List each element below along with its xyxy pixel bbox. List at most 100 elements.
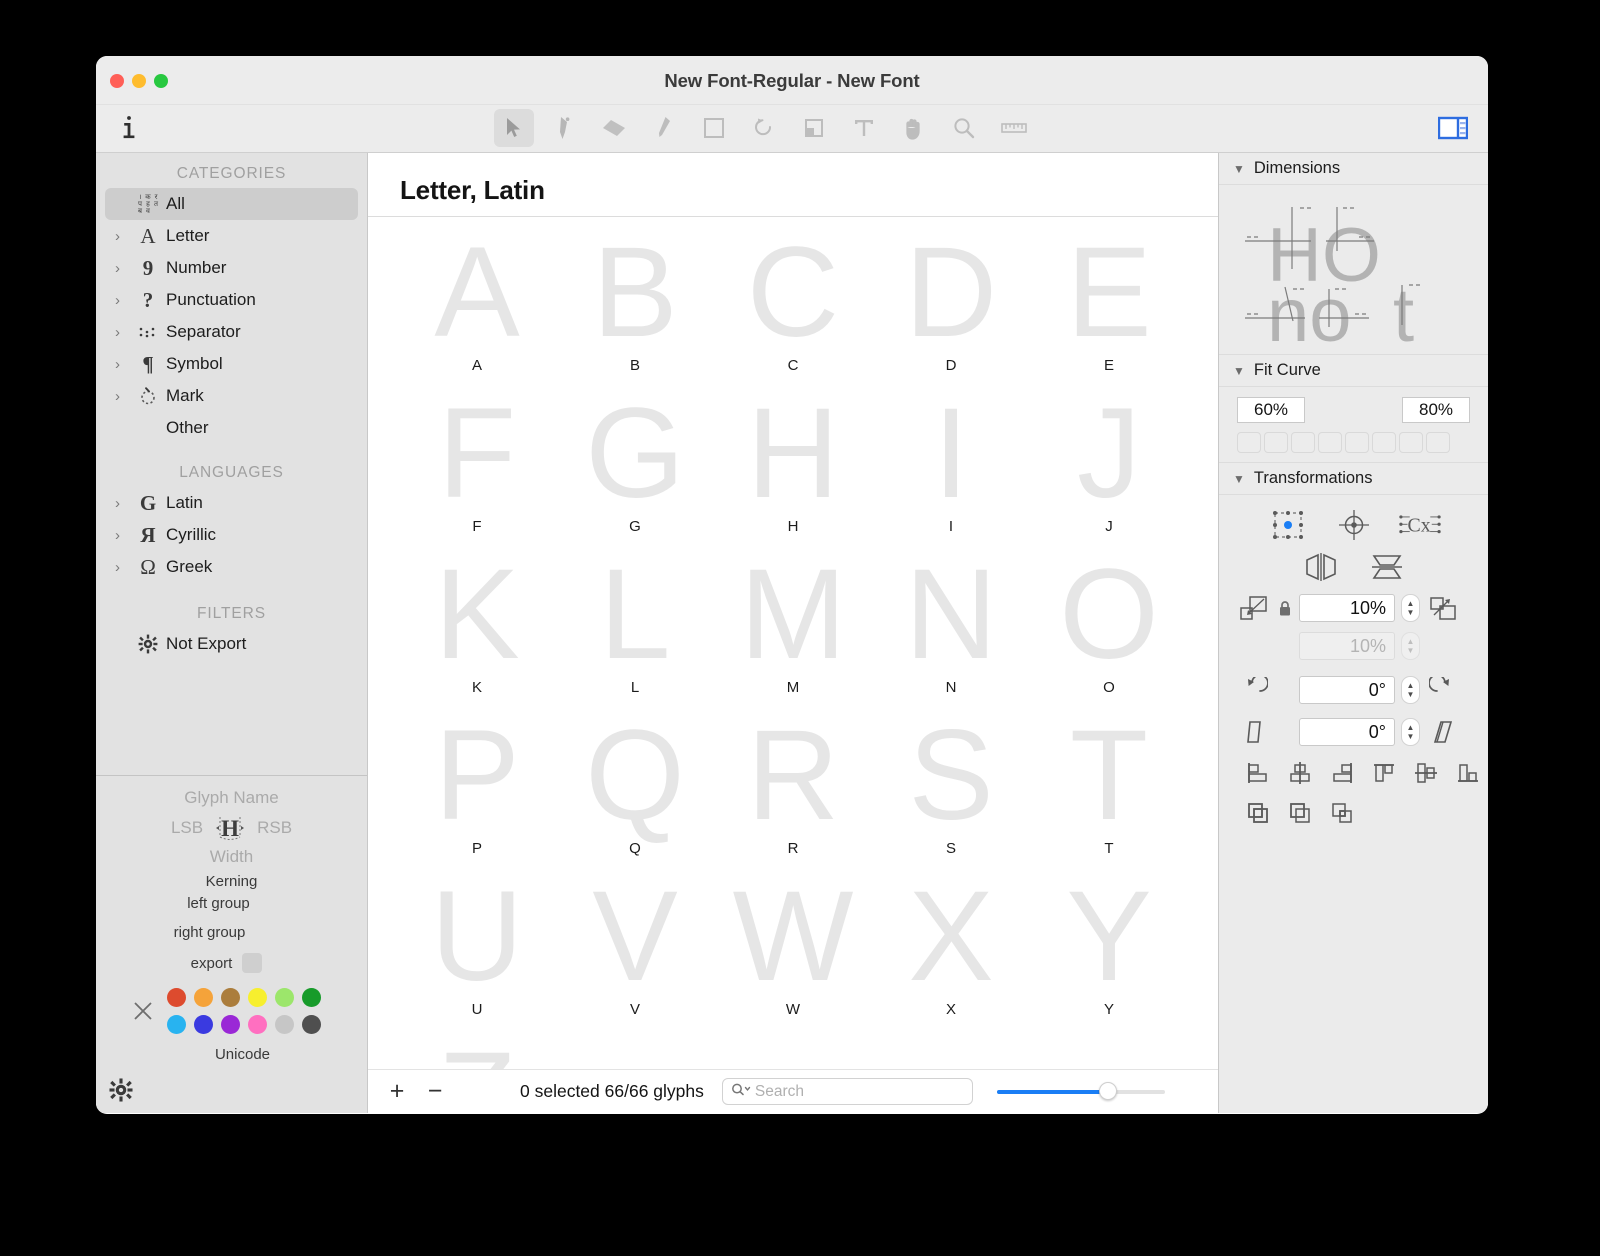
zoom-slider[interactable]: [996, 1081, 1165, 1102]
measure-tool[interactable]: [994, 109, 1034, 147]
chevron-right-icon[interactable]: ›: [115, 325, 133, 340]
chevron-down-icon[interactable]: ▼: [1233, 473, 1245, 485]
glyph-cell[interactable]: ZZ: [398, 1032, 556, 1069]
color-swatch[interactable]: [302, 988, 321, 1007]
align-center-horizontal-icon[interactable]: [1285, 758, 1315, 788]
fitcurve-preset[interactable]: [1291, 432, 1315, 453]
color-swatch[interactable]: [275, 1015, 294, 1034]
align-left-icon[interactable]: [1243, 758, 1273, 788]
fitcurve-left-input[interactable]: 60%: [1237, 397, 1305, 423]
sidebar-item-all[interactable]: › ।करपहतबव All: [105, 188, 358, 220]
clear-color-x-icon[interactable]: [132, 1000, 154, 1022]
glyph-cell[interactable]: NN: [872, 549, 1030, 710]
glyph-cell[interactable]: GG: [556, 388, 714, 549]
glyph-cell[interactable]: XX: [872, 871, 1030, 1032]
sidebar-item-latin[interactable]: › G Latin: [105, 487, 358, 519]
fitcurve-section-header[interactable]: ▼ Fit Curve: [1219, 355, 1488, 387]
glyph-cell[interactable]: II: [872, 388, 1030, 549]
chevron-right-icon[interactable]: ›: [115, 389, 133, 404]
rectangle-tool[interactable]: [694, 109, 734, 147]
glyph-cell[interactable]: KK: [398, 549, 556, 710]
search-input[interactable]: Search: [721, 1078, 973, 1106]
chevron-right-icon[interactable]: ›: [115, 528, 133, 543]
scale-x-stepper[interactable]: ▲ ▼: [1401, 594, 1420, 622]
union-icon[interactable]: [1243, 798, 1273, 828]
chevron-right-icon[interactable]: ›: [115, 261, 133, 276]
glyph-cell[interactable]: LL: [556, 549, 714, 710]
align-bottom-icon[interactable]: [1453, 758, 1483, 788]
sidebar-item-cyrillic[interactable]: › Я Cyrillic: [105, 519, 358, 551]
flip-vertical-icon[interactable]: [1365, 548, 1409, 586]
color-swatch[interactable]: [194, 988, 213, 1007]
chevron-right-icon[interactable]: ›: [115, 293, 133, 308]
glyph-cell[interactable]: FF: [398, 388, 556, 549]
sidebar-item-mark[interactable]: › Mark: [105, 380, 358, 412]
sidebar-panel-icon[interactable]: [1436, 113, 1470, 143]
info-icon[interactable]: [112, 110, 146, 146]
scale-down-icon[interactable]: [1237, 592, 1271, 624]
rotate-ccw-icon[interactable]: [1237, 674, 1271, 706]
remove-glyph-button[interactable]: −: [420, 1077, 450, 1107]
knife-tool[interactable]: [594, 109, 634, 147]
glyph-cell[interactable]: RR: [714, 710, 872, 871]
add-glyph-button[interactable]: +: [382, 1077, 412, 1107]
color-swatch[interactable]: [194, 1015, 213, 1034]
align-center-target-icon[interactable]: [1332, 506, 1376, 544]
chevron-right-icon[interactable]: ›: [115, 357, 133, 372]
color-swatch[interactable]: [167, 988, 186, 1007]
sidebar-item-number[interactable]: › 9 Number: [105, 252, 358, 284]
glyph-cell[interactable]: HH: [714, 388, 872, 549]
glyph-cell[interactable]: QQ: [556, 710, 714, 871]
chevron-down-icon[interactable]: ▼: [1233, 163, 1245, 175]
glyph-cell[interactable]: WW: [714, 871, 872, 1032]
rotate-tool[interactable]: [744, 109, 784, 147]
sidebar-item-other[interactable]: › Other: [105, 412, 358, 444]
sidebar-item-not-export[interactable]: ›: [105, 628, 358, 660]
fitcurve-preset[interactable]: [1426, 432, 1450, 453]
search-magnifier-icon[interactable]: [731, 1082, 751, 1102]
color-swatch[interactable]: [248, 1015, 267, 1034]
lock-icon[interactable]: [1277, 600, 1293, 617]
color-swatch[interactable]: [248, 988, 267, 1007]
slant-right-icon[interactable]: [1426, 716, 1460, 748]
scale-y-input[interactable]: 10%: [1299, 632, 1395, 660]
flip-horizontal-icon[interactable]: [1299, 548, 1343, 586]
color-swatch[interactable]: [302, 1015, 321, 1034]
glyph-cell[interactable]: DD: [872, 227, 1030, 388]
settings-gear-icon[interactable]: [108, 1077, 134, 1103]
color-swatch[interactable]: [221, 1015, 240, 1034]
align-center-vertical-icon[interactable]: [1411, 758, 1441, 788]
align-top-icon[interactable]: [1369, 758, 1399, 788]
color-swatch[interactable]: [221, 988, 240, 1007]
fitcurve-preset[interactable]: [1345, 432, 1369, 453]
sidebar-item-greek[interactable]: › Ω Greek: [105, 551, 358, 583]
glyph-cell[interactable]: MM: [714, 549, 872, 710]
color-swatch[interactable]: [275, 988, 294, 1007]
chevron-down-icon[interactable]: ▼: [1233, 365, 1245, 377]
sidebar-item-punctuation[interactable]: › ? Punctuation: [105, 284, 358, 316]
glyph-cell[interactable]: EE: [1030, 227, 1188, 388]
zoom-tool[interactable]: [944, 109, 984, 147]
fitcurve-preset[interactable]: [1372, 432, 1396, 453]
intersect-icon[interactable]: [1327, 798, 1357, 828]
glyph-scroll-area[interactable]: AA BB CC DD EE FF GG HH II JJ KK LL MM N…: [368, 217, 1218, 1069]
slant-left-icon[interactable]: [1237, 716, 1271, 748]
align-right-icon[interactable]: [1327, 758, 1357, 788]
scale-tool[interactable]: [794, 109, 834, 147]
sidebar-item-letter[interactable]: › A Letter: [105, 220, 358, 252]
glyph-cell[interactable]: PP: [398, 710, 556, 871]
dimensions-section-header[interactable]: ▼ Dimensions: [1219, 153, 1488, 185]
fitcurve-right-input[interactable]: 80%: [1402, 397, 1470, 423]
rotate-input[interactable]: 0°: [1299, 676, 1395, 704]
glyph-cell[interactable]: UU: [398, 871, 556, 1032]
scale-y-stepper[interactable]: ▲ ▼: [1401, 632, 1420, 660]
transformations-section-header[interactable]: ▼ Transformations: [1219, 463, 1488, 495]
glyph-cell[interactable]: SS: [872, 710, 1030, 871]
rotate-stepper[interactable]: ▲ ▼: [1401, 676, 1420, 704]
scale-x-input[interactable]: 10%: [1299, 594, 1395, 622]
select-tool[interactable]: [494, 109, 534, 147]
rotate-cw-icon[interactable]: [1426, 674, 1460, 706]
glyph-cell[interactable]: AA: [398, 227, 556, 388]
slider-thumb[interactable]: [1098, 1081, 1117, 1100]
side-bearings-icon[interactable]: Cx: [1398, 506, 1442, 544]
